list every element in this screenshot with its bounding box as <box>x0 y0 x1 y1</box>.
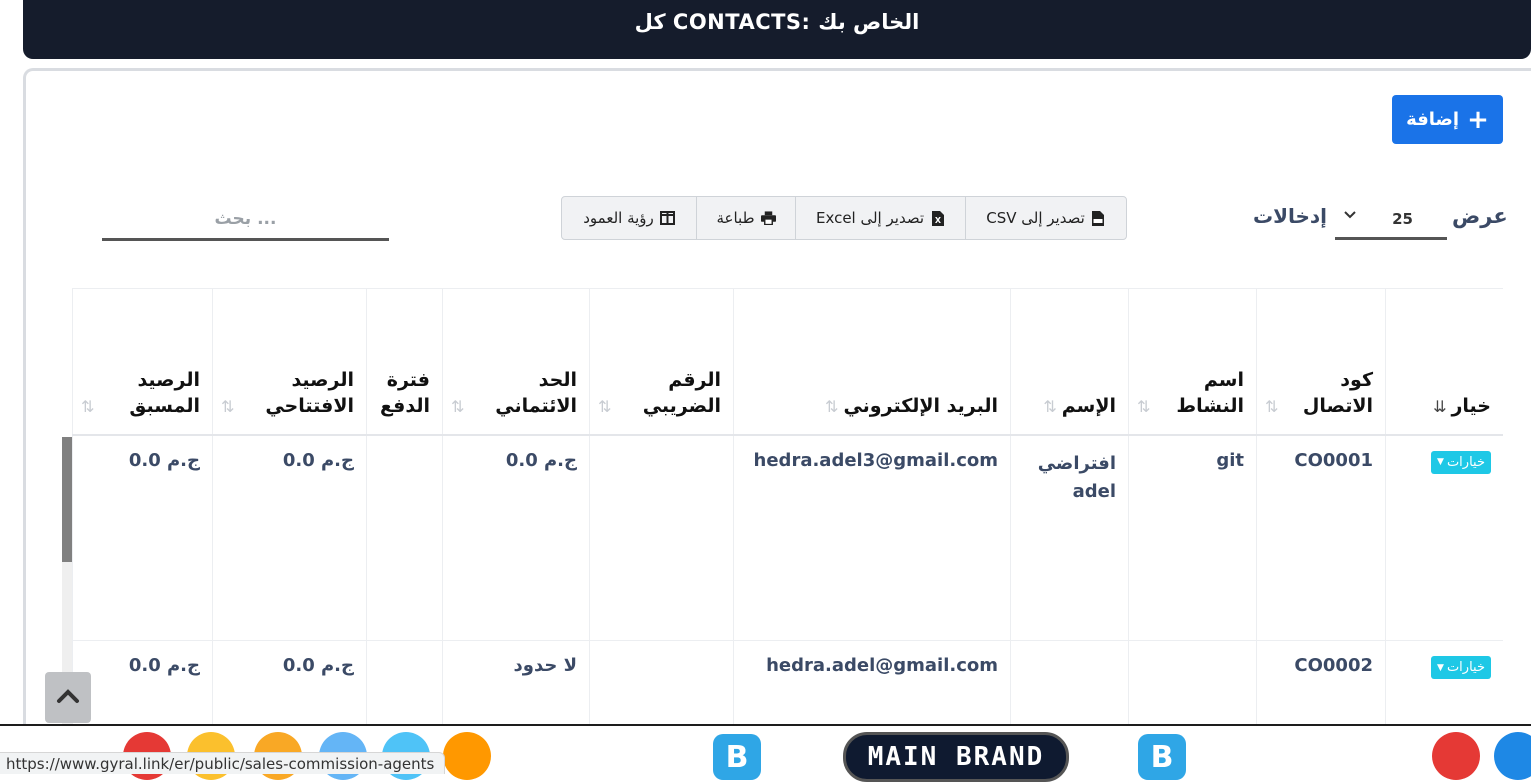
sort-icon: ⇅ <box>598 396 612 416</box>
clipboard-icon[interactable] <box>1494 732 1531 780</box>
sort-icon: ⇅ <box>825 396 839 416</box>
advance-balance-cell: ج.م 0.0 <box>72 434 213 641</box>
column-header-label: فترة الدفع <box>379 369 430 417</box>
print-icon <box>760 211 776 226</box>
advance-balance-cell: ج.م 0.0 <box>72 640 213 728</box>
entries-value: 25 <box>1392 210 1413 228</box>
entries-select[interactable]: 25 <box>1335 204 1447 240</box>
entries-label: إدخالات <box>1253 204 1328 228</box>
column-header-name[interactable]: الإسم ⇅ <box>1010 288 1129 436</box>
name-cell <box>1010 640 1129 728</box>
pay-term-cell <box>366 640 443 728</box>
column-header-label: كود الاتصال <box>1302 369 1373 417</box>
status-bar-url: https://www.gyral.link/er/public/sales-c… <box>0 752 446 774</box>
b-app-icon[interactable]: B <box>1138 734 1186 780</box>
column-header-tax-number[interactable]: الرقم الضريبي ⇅ <box>589 288 734 436</box>
business-name-cell <box>1128 640 1257 728</box>
add-label: إضافة <box>1406 109 1460 130</box>
table-row: خيارات ▼ CO0002 hedra.adel@gmail.com لا ح… <box>72 640 1503 728</box>
options-label: خيارات <box>1446 454 1485 470</box>
plus-icon: + <box>1467 104 1489 135</box>
opening-balance-cell: ج.م 0.0 <box>212 434 367 641</box>
pay-term-cell <box>366 434 443 641</box>
column-header-label: البريد الإلكتروني <box>843 394 998 417</box>
columns-icon <box>659 211 675 226</box>
sort-icon: ⇅ <box>221 396 235 416</box>
export-csv-label: تصدير إلى CSV <box>986 209 1085 227</box>
sort-desc-icon: ⇊ <box>1433 396 1447 416</box>
table-scrollbar-thumb[interactable] <box>62 437 72 562</box>
options-label: خيارات <box>1446 660 1485 675</box>
search-input[interactable] <box>102 200 389 241</box>
column-visibility-button[interactable]: رؤية العمود <box>562 197 697 239</box>
column-header-opening-balance[interactable]: الرصيد الافتتاحي ⇅ <box>212 288 367 436</box>
column-header-label: خيار <box>1451 394 1491 417</box>
page-title: كل CONTACTS: الخاص بك <box>634 10 920 34</box>
email-cell: hedra.adel3@gmail.com <box>733 434 1011 641</box>
export-button-group: رؤية العمود طباعة X تصدير إلى Excel تصدي… <box>561 196 1127 240</box>
tax-number-cell <box>589 434 734 641</box>
option-cell: خيارات ▼ <box>1385 640 1503 728</box>
eye-icon[interactable] <box>1432 732 1480 780</box>
column-header-advance-balance[interactable]: الرصيد المسبق ⇅ <box>72 288 213 436</box>
column-header-label: الإسم <box>1061 394 1116 417</box>
column-header-label: الرصيد المسبق <box>129 369 200 417</box>
excel-file-icon: X <box>930 210 945 226</box>
sort-icon: ⇅ <box>1043 396 1057 416</box>
column-header-credit-limit[interactable]: الحد الائتماني ⇅ <box>442 288 590 436</box>
column-visibility-label: رؤية العمود <box>583 209 654 227</box>
caret-down-icon: ▼ <box>1437 457 1444 467</box>
print-label: طباعة <box>716 209 755 227</box>
email-cell: hedra.adel@gmail.com <box>733 640 1011 728</box>
column-header-label: اسم النشاط <box>1176 369 1244 417</box>
business-name-cell: git <box>1128 434 1257 641</box>
column-header-option[interactable]: خيار ⇊ <box>1385 288 1503 436</box>
contacts-table-container: خيار ⇊ كود الاتصال ⇅ اسم النشاط ⇅ الإسم ⇅ ال… <box>72 288 1503 728</box>
sort-icon: ⇅ <box>451 396 465 416</box>
credit-limit-cell: ج.م 0.0 <box>442 434 590 641</box>
options-dropdown-button[interactable]: خيارات ▼ <box>1431 656 1491 679</box>
column-header-pay-term[interactable]: فترة الدفع <box>366 288 443 436</box>
sort-icon: ⇅ <box>1265 396 1279 416</box>
b-app-icon[interactable]: B <box>713 734 761 780</box>
opening-balance-cell: ج.م 0.0 <box>212 640 367 728</box>
sort-icon: ⇅ <box>81 396 95 416</box>
column-header-label: الرصيد الافتتاحي <box>265 369 354 417</box>
svg-text:X: X <box>934 216 941 225</box>
column-header-contact-code[interactable]: كود الاتصال ⇅ <box>1256 288 1386 436</box>
option-cell: خيارات ▼ <box>1385 434 1503 641</box>
column-header-label: الرقم الضريبي <box>642 369 721 417</box>
column-header-business-name[interactable]: اسم النشاط ⇅ <box>1128 288 1257 436</box>
column-header-email[interactable]: البريد الإلكتروني ⇅ <box>733 288 1011 436</box>
chevron-down-icon <box>1343 208 1357 224</box>
main-brand-logo[interactable]: MAIN BRAND <box>843 732 1069 782</box>
tax-number-cell <box>589 640 734 728</box>
export-csv-button[interactable]: تصدير إلى CSV <box>966 197 1126 239</box>
credit-limit-cell: لا حدود <box>442 640 590 728</box>
print-button[interactable]: طباعة <box>697 197 796 239</box>
export-excel-label: تصدير إلى Excel <box>815 209 925 227</box>
csv-file-icon <box>1091 210 1106 226</box>
caret-down-icon: ▼ <box>1437 662 1444 673</box>
options-dropdown-button[interactable]: خيارات ▼ <box>1431 450 1491 474</box>
table-row: خيارات ▼ CO0001 git افتراضي adel hedra.ad… <box>72 434 1503 641</box>
scroll-to-top-button[interactable] <box>45 672 91 723</box>
add-contact-button[interactable]: إضافة + <box>1392 95 1503 144</box>
name-cell: افتراضي adel <box>1010 434 1129 641</box>
chevron-up-icon <box>56 688 80 708</box>
user-orange-icon[interactable] <box>443 732 491 780</box>
column-header-label: الحد الائتماني <box>495 369 577 417</box>
page-header: كل CONTACTS: الخاص بك <box>23 0 1531 59</box>
sort-icon: ⇅ <box>1137 396 1151 416</box>
export-excel-button[interactable]: X تصدير إلى Excel <box>796 197 966 239</box>
contacts-table: خيار ⇊ كود الاتصال ⇅ اسم النشاط ⇅ الإسم ⇅ ال… <box>72 288 1503 728</box>
show-label: عرض <box>1452 204 1508 228</box>
contact-code-cell: CO0002 <box>1256 640 1386 728</box>
contact-code-cell: CO0001 <box>1256 434 1386 641</box>
